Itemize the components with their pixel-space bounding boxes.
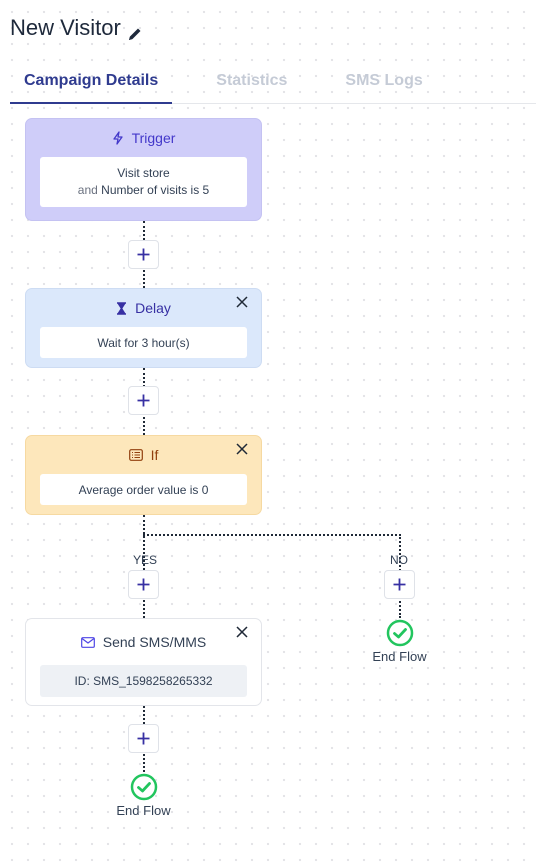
check-circle-icon: [386, 619, 413, 647]
add-step-button-yes[interactable]: [128, 570, 159, 599]
tab-sms-logs[interactable]: SMS Logs: [331, 66, 436, 103]
plus-icon: [393, 578, 406, 591]
if-condition: Average order value is 0: [40, 474, 247, 505]
plus-icon: [137, 578, 150, 591]
end-flow-label: End Flow: [116, 803, 171, 818]
add-step-button[interactable]: [128, 386, 159, 415]
plus-icon: [137, 394, 150, 407]
add-step-button-no[interactable]: [384, 570, 415, 599]
plus-icon: [137, 248, 150, 261]
send-sms-title: Send SMS/MMS: [102, 634, 207, 650]
list-icon: [128, 449, 143, 461]
delay-description: Wait for 3 hour(s): [40, 327, 247, 358]
close-icon[interactable]: [235, 625, 249, 639]
plus-icon: [137, 732, 150, 745]
trigger-filter: Number of visits is 5: [101, 183, 210, 197]
add-step-button[interactable]: [128, 724, 159, 753]
trigger-title: Trigger: [131, 130, 176, 146]
end-flow-label: End Flow: [372, 649, 427, 664]
end-flow-no: End Flow: [367, 619, 432, 664]
delay-title: Delay: [135, 300, 171, 316]
lightning-icon: [112, 131, 123, 145]
close-icon[interactable]: [235, 295, 249, 309]
page-title: New Visitor: [10, 15, 121, 40]
yes-branch-label: YES: [133, 553, 158, 567]
add-step-button[interactable]: [128, 240, 159, 269]
if-node[interactable]: If Average order value is 0: [25, 435, 262, 515]
hourglass-icon: [117, 301, 127, 315]
tab-statistics[interactable]: Statistics: [202, 66, 301, 103]
tab-bar: Campaign Details Statistics SMS Logs: [10, 66, 536, 104]
envelope-icon: [80, 636, 95, 648]
pencil-icon[interactable]: [127, 22, 143, 40]
send-sms-node[interactable]: Send SMS/MMS ID: SMS_1598258265332: [25, 618, 262, 706]
close-icon[interactable]: [235, 442, 249, 456]
page-title-row: New Visitor: [10, 15, 143, 41]
trigger-event: Visit store: [117, 166, 170, 180]
no-branch-label: NO: [390, 553, 408, 567]
if-title: If: [150, 447, 159, 463]
trigger-node[interactable]: Trigger Visit store and Number of visits…: [25, 118, 262, 221]
and-label: and: [77, 183, 98, 197]
sms-id: ID: SMS_1598258265332: [40, 665, 247, 697]
delay-node[interactable]: Delay Wait for 3 hour(s): [25, 288, 262, 368]
end-flow-yes: End Flow: [111, 773, 176, 818]
check-circle-icon: [130, 773, 157, 801]
branch-line: [143, 534, 401, 536]
trigger-condition: Visit store and Number of visits is 5: [40, 157, 247, 207]
tab-campaign-details[interactable]: Campaign Details: [10, 66, 173, 104]
